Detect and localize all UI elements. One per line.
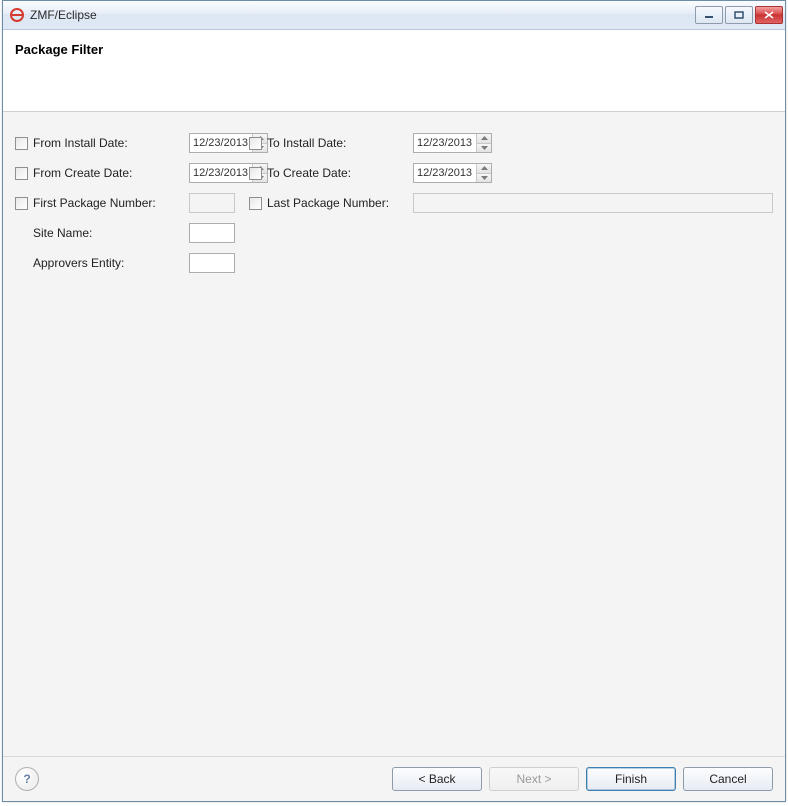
next-button[interactable]: Next > — [489, 767, 579, 791]
to-install-date-label: To Install Date: — [267, 136, 346, 150]
row-install-date: From Install Date: 12/23/2013 To Install… — [15, 130, 773, 156]
site-name-field[interactable] — [189, 223, 235, 243]
help-icon[interactable]: ? — [15, 767, 39, 791]
to-install-date-field[interactable]: 12/23/2013 — [413, 133, 492, 153]
from-create-date-value: 12/23/2013 — [190, 164, 252, 182]
last-package-number-field[interactable] — [413, 193, 773, 213]
last-package-number-label: Last Package Number: — [267, 196, 389, 210]
chevron-down-icon[interactable] — [477, 174, 491, 183]
chevron-up-icon[interactable] — [477, 164, 491, 174]
from-install-date-value: 12/23/2013 — [190, 134, 252, 152]
finish-button[interactable]: Finish — [586, 767, 676, 791]
to-create-date-checkbox[interactable] — [249, 167, 262, 180]
first-package-number-field[interactable] — [189, 193, 235, 213]
close-button[interactable] — [755, 6, 783, 24]
approvers-entity-field[interactable] — [189, 253, 235, 273]
footer: ? < Back Next > Finish Cancel — [3, 756, 785, 801]
titlebar[interactable]: ZMF/Eclipse — [3, 1, 785, 30]
dialog-window: ZMF/Eclipse Package Filter — [2, 0, 786, 802]
row-create-date: From Create Date: 12/23/2013 To Create D… — [15, 160, 773, 186]
from-install-date-checkbox[interactable] — [15, 137, 28, 150]
cancel-button[interactable]: Cancel — [683, 767, 773, 791]
approvers-entity-label: Approvers Entity: — [33, 256, 124, 270]
row-approvers-entity: Approvers Entity: — [15, 250, 773, 276]
page-title: Package Filter — [15, 42, 773, 57]
from-create-date-checkbox[interactable] — [15, 167, 28, 180]
to-install-date-value: 12/23/2013 — [414, 134, 476, 152]
chevron-down-icon[interactable] — [477, 144, 491, 153]
to-create-date-spinner[interactable] — [476, 164, 491, 182]
to-install-date-checkbox[interactable] — [249, 137, 262, 150]
from-install-date-label: From Install Date: — [33, 136, 128, 150]
first-package-number-checkbox[interactable] — [15, 197, 28, 210]
row-site-name: Site Name: — [15, 220, 773, 246]
last-package-number-checkbox[interactable] — [249, 197, 262, 210]
form-area: From Install Date: 12/23/2013 To Install… — [3, 112, 785, 756]
window-title: ZMF/Eclipse — [30, 8, 695, 22]
to-install-date-spinner[interactable] — [476, 134, 491, 152]
window-controls — [695, 6, 783, 24]
minimize-button[interactable] — [695, 6, 723, 24]
to-create-date-label: To Create Date: — [267, 166, 351, 180]
row-package-number: First Package Number: Last Package Numbe… — [15, 190, 773, 216]
site-name-label: Site Name: — [33, 226, 92, 240]
first-package-number-label: First Package Number: — [33, 196, 156, 210]
back-button[interactable]: < Back — [392, 767, 482, 791]
header-panel: Package Filter — [3, 30, 785, 112]
chevron-up-icon[interactable] — [477, 134, 491, 144]
maximize-button[interactable] — [725, 6, 753, 24]
from-create-date-label: From Create Date: — [33, 166, 132, 180]
app-icon — [9, 7, 25, 23]
to-create-date-value: 12/23/2013 — [414, 164, 476, 182]
to-create-date-field[interactable]: 12/23/2013 — [413, 163, 492, 183]
